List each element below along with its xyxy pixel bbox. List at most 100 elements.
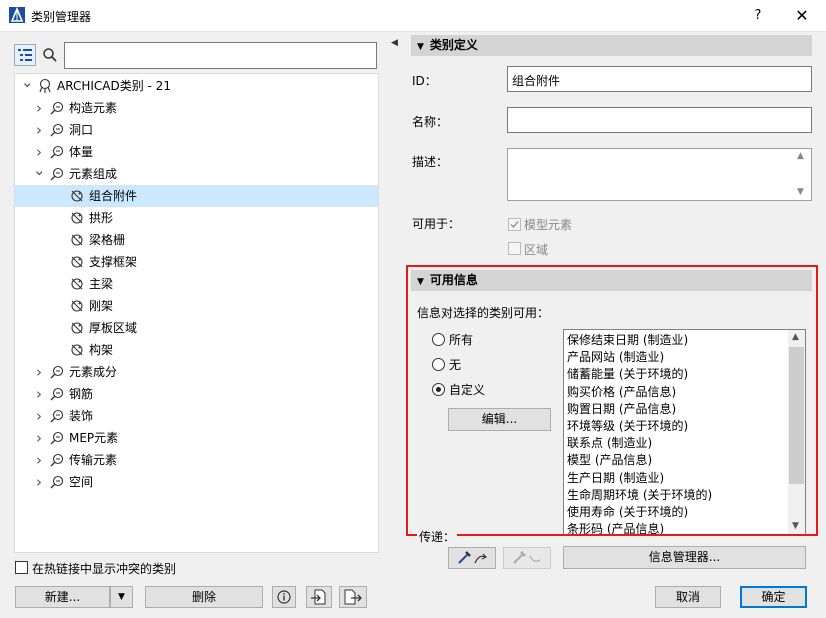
close-button[interactable]: ✕	[788, 4, 816, 28]
info-manager-button[interactable]: 信息管理器...	[563, 546, 806, 569]
tree-item-label: 构造元素	[69, 101, 118, 115]
category-icon	[50, 145, 64, 159]
scroll-down-icon[interactable]: ▼	[797, 187, 804, 197]
category-definition-title: 类别定义	[429, 38, 478, 52]
tree-item[interactable]: 刚架	[15, 295, 378, 317]
pick-up-button[interactable]	[448, 547, 496, 569]
tree-item[interactable]: 梁格栅	[15, 229, 378, 251]
search-icon[interactable]	[41, 46, 59, 64]
category-tag-icon	[71, 300, 83, 312]
category-definition-header[interactable]: ▼ 类别定义	[411, 35, 812, 56]
chevron-right-icon[interactable]: ›	[33, 427, 45, 449]
tree-item[interactable]: 支撑框架	[15, 251, 378, 273]
delete-button[interactable]: 删除	[145, 586, 263, 608]
tree-item-label: 厚板区域	[89, 321, 138, 335]
window-title: 类别管理器	[31, 10, 92, 24]
highlight-box	[406, 265, 818, 536]
tree-item[interactable]: 主梁	[15, 273, 378, 295]
checkmark-icon	[510, 221, 519, 229]
chevron-down-icon[interactable]: ⌄	[21, 71, 34, 93]
import-icon	[311, 589, 326, 605]
category-tag-icon	[71, 278, 83, 290]
model-elements-checkbox[interactable]	[508, 218, 521, 231]
tree-item-label: 构架	[89, 343, 114, 357]
scroll-up-icon[interactable]: ▲	[797, 151, 804, 161]
info-icon	[277, 590, 291, 604]
category-tag-icon	[71, 256, 83, 268]
transfer-label: 传递：	[417, 528, 458, 545]
tree-item[interactable]: 构架	[15, 339, 378, 361]
category-tag-icon	[71, 344, 83, 356]
category-icon	[50, 431, 64, 445]
collapse-panel-icon[interactable]: ◀	[391, 38, 398, 48]
tree-item[interactable]: › 装饰	[15, 405, 378, 427]
tree-item[interactable]: › 构造元素	[15, 97, 378, 119]
chevron-right-icon[interactable]: ›	[33, 119, 45, 141]
info-button[interactable]	[272, 586, 296, 608]
new-button[interactable]: 新建...	[15, 586, 110, 608]
tree-view-toggle-button[interactable]	[14, 44, 36, 66]
new-dropdown-button[interactable]: ▼	[110, 586, 133, 608]
chevron-right-icon[interactable]: ›	[33, 405, 45, 427]
tree-item-label: 主梁	[89, 277, 114, 291]
zones-label: 区域	[524, 243, 549, 257]
eyedropper-icon	[458, 551, 488, 564]
chevron-right-icon[interactable]: ›	[33, 383, 45, 405]
category-icon	[50, 167, 64, 181]
category-tree[interactable]: ⌄ ARCHICAD类别 - 21 › 构造元素 › 洞口 › 体量 ⌄ 元素组成 组合附件 拱形 梁格…	[14, 73, 379, 553]
tree-item[interactable]: › 元素成分	[15, 361, 378, 383]
tree-item-label: 装饰	[69, 409, 94, 423]
tree-item[interactable]: › 传输元素	[15, 449, 378, 471]
tree-item-label: 支撑框架	[89, 255, 138, 269]
tree-item-label: 空间	[69, 475, 94, 489]
search-input[interactable]	[64, 42, 377, 69]
tree-item[interactable]: ⌄ 元素组成	[15, 161, 378, 185]
id-field[interactable]: 组合附件	[507, 66, 812, 92]
tree-item[interactable]: › 空间	[15, 471, 378, 493]
tree-item[interactable]: › 钢筋	[15, 383, 378, 405]
tree-item-label: 元素成分	[69, 365, 118, 379]
name-field[interactable]	[507, 107, 812, 133]
inject-icon	[513, 551, 541, 564]
category-icon	[50, 123, 64, 137]
category-icon	[50, 101, 64, 115]
archicad-logo-icon	[9, 7, 25, 23]
tree-item-label: MEP元素	[69, 431, 119, 445]
export-button[interactable]	[339, 586, 367, 608]
category-icon	[50, 409, 64, 423]
tree-item[interactable]: 拱形	[15, 207, 378, 229]
category-root-icon	[39, 78, 51, 93]
expand-triangle-icon: ▼	[417, 42, 424, 52]
name-label: 名称：	[412, 115, 449, 129]
category-icon	[50, 475, 64, 489]
tree-item[interactable]: 组合附件	[15, 185, 378, 207]
ok-button[interactable]: 确定	[740, 586, 807, 608]
cancel-button[interactable]: 取消	[655, 586, 721, 608]
import-button[interactable]	[306, 586, 332, 608]
show-conflicts-checkbox[interactable]	[15, 561, 28, 574]
tree-item-label: 传输元素	[69, 453, 118, 467]
chevron-right-icon[interactable]: ›	[33, 449, 45, 471]
help-button[interactable]: ?	[746, 4, 770, 28]
tree-item[interactable]: › 洞口	[15, 119, 378, 141]
tree-root[interactable]: ⌄ ARCHICAD类别 - 21	[15, 73, 378, 97]
description-field[interactable]	[507, 148, 812, 201]
tree-item-label: 元素组成	[69, 167, 118, 181]
chevron-down-icon[interactable]: ⌄	[33, 159, 46, 181]
title-bar: 类别管理器 ? ✕	[0, 0, 826, 32]
tree-item-label: 刚架	[89, 299, 114, 313]
chevron-right-icon[interactable]: ›	[33, 471, 45, 493]
chevron-right-icon[interactable]: ›	[33, 97, 45, 119]
chevron-right-icon[interactable]: ›	[33, 361, 45, 383]
category-tag-icon	[71, 234, 83, 246]
export-icon	[344, 589, 362, 605]
tree-item[interactable]: › 体量	[15, 141, 378, 163]
tree-item-label: 钢筋	[69, 387, 94, 401]
panel-splitter[interactable]	[383, 32, 403, 618]
available-for-label: 可用于：	[412, 217, 461, 231]
zones-checkbox[interactable]	[508, 242, 521, 255]
tree-item[interactable]: › MEP元素	[15, 427, 378, 449]
inject-button[interactable]	[503, 547, 551, 569]
tree-item[interactable]: 厚板区域	[15, 317, 378, 339]
tree-item-label: 梁格栅	[89, 233, 126, 247]
